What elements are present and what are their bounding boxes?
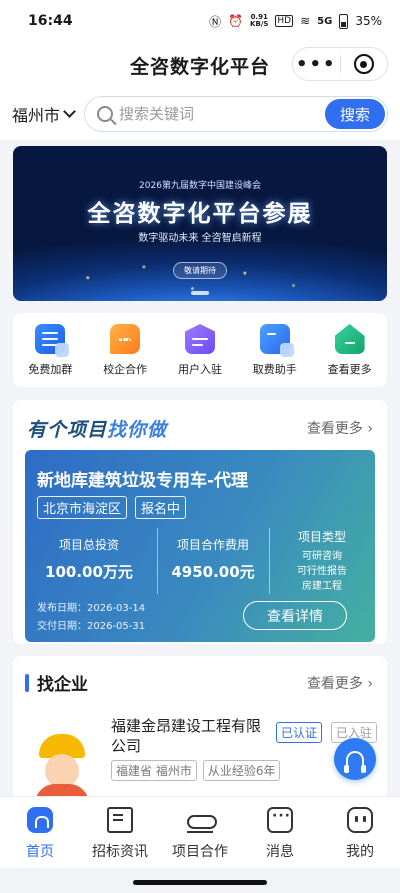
status-icons: Ⓝ ⏰ 0.91 KB/S HD ≋ 5G 35% bbox=[209, 13, 382, 30]
message-icon bbox=[267, 807, 293, 833]
bid-news-icon bbox=[107, 807, 133, 833]
status-time: 16:44 bbox=[28, 13, 73, 29]
tab-project-cooperation[interactable]: 项目合作 bbox=[160, 797, 240, 868]
tab-bid-news[interactable]: 招标资讯 bbox=[80, 797, 160, 868]
page-title: 全咨数字化平台 bbox=[129, 55, 270, 78]
banner-subtitle: 2026第九届数字中国建设峰会 bbox=[139, 181, 261, 191]
enterprise-section-header: 找企业 查看更多 › bbox=[13, 656, 387, 695]
bottom-tab-bar: 首页 招标资讯 项目合作 消息 我的 bbox=[0, 796, 400, 868]
mini-program-capsule: ••• bbox=[292, 47, 388, 81]
net-speed: 0.91 KB/S bbox=[250, 13, 269, 28]
search-row: 福州市 搜索 bbox=[0, 88, 400, 140]
enterprise-name: 福建金昂建设工程有限公司 bbox=[111, 717, 262, 755]
quick-actions: 免费加群 校企合作 用户入驻 取费助手 查看更多 bbox=[13, 313, 387, 387]
project-region-tag: 北京市海淀区 bbox=[37, 496, 128, 519]
delivery-date: 交付日期：2026-05-31 bbox=[37, 621, 146, 632]
worker-avatar bbox=[29, 734, 93, 796]
quick-item-fee-helper[interactable]: 取费助手 bbox=[237, 313, 312, 387]
battery-level: 35% bbox=[355, 14, 382, 28]
project-section-header: 有个项目找你做 查看更多 › bbox=[13, 400, 387, 444]
project-name: 新地库建筑垃圾专用车-代理 bbox=[37, 471, 249, 491]
project-section: 有个项目找你做 查看更多 › 新地库建筑垃圾专用车-代理 北京市海淀区 报名中 … bbox=[13, 400, 387, 644]
status-bar: 16:44 Ⓝ ⏰ 0.91 KB/S HD ≋ 5G 35% bbox=[0, 0, 400, 42]
city-selector[interactable]: 福州市 bbox=[12, 102, 76, 126]
user-entry-icon bbox=[184, 324, 215, 354]
project-investment: 项目总投资 100.00万元 bbox=[45, 538, 133, 581]
group-list-icon bbox=[35, 324, 70, 357]
quick-item-view-more[interactable]: 查看更多 bbox=[312, 313, 387, 387]
customer-service-button[interactable] bbox=[334, 738, 376, 780]
carousel-indicator bbox=[191, 291, 209, 295]
project-card[interactable]: 新地库建筑垃圾专用车-代理 北京市海淀区 报名中 项目总投资 100.00万元 … bbox=[25, 450, 375, 642]
tab-messages[interactable]: 消息 bbox=[240, 797, 320, 868]
project-tags: 北京市海淀区 报名中 bbox=[37, 496, 187, 519]
view-detail-button[interactable]: 查看详情 bbox=[243, 601, 347, 630]
promo-banner[interactable]: 2026第九届数字中国建设峰会 全咨数字化平台参展 数字驱动未来 全咨智启新程 … bbox=[13, 146, 387, 301]
verified-badge: 已认证 bbox=[276, 722, 323, 743]
quick-item-join-group[interactable]: 免费加群 bbox=[13, 313, 88, 387]
quick-item-school-enterprise[interactable]: 校企合作 bbox=[88, 313, 163, 387]
headset-icon bbox=[344, 751, 366, 773]
more-house-icon bbox=[334, 324, 365, 354]
tab-home[interactable]: 首页 bbox=[0, 797, 80, 868]
hd-badge: HD bbox=[275, 15, 294, 27]
banner-cta: 敬请期待 bbox=[173, 262, 227, 279]
nfc-icon: Ⓝ bbox=[209, 14, 222, 29]
city-label: 福州市 bbox=[12, 106, 61, 125]
quick-item-label: 校企合作 bbox=[103, 363, 148, 376]
project-view-more-link[interactable]: 查看更多 › bbox=[307, 418, 373, 438]
search-button[interactable]: 搜索 bbox=[325, 99, 385, 129]
experience-tag: 从业经验6年 bbox=[202, 760, 281, 781]
home-icon bbox=[27, 807, 53, 833]
project-status-badge: 报名中 bbox=[135, 496, 187, 519]
target-close-icon[interactable] bbox=[341, 54, 388, 74]
battery-icon bbox=[339, 13, 349, 29]
banner-title: 全咨数字化平台参展 bbox=[87, 201, 313, 227]
alarm-icon: ⏰ bbox=[228, 14, 244, 28]
title-bar: 全咨数字化平台 ••• bbox=[0, 42, 400, 88]
enterprise-section-title: 找企业 bbox=[25, 670, 88, 695]
quick-item-label: 免费加群 bbox=[28, 363, 73, 376]
chat-bubble-icon bbox=[110, 324, 141, 354]
search-icon bbox=[97, 106, 114, 122]
project-fee: 项目合作费用 4950.00元 bbox=[171, 538, 255, 581]
publish-date: 发布日期：2026-03-14 bbox=[37, 603, 146, 614]
quick-item-label: 取费助手 bbox=[252, 363, 297, 376]
quick-item-label: 查看更多 bbox=[327, 363, 372, 376]
tab-profile[interactable]: 我的 bbox=[320, 797, 400, 868]
enterprise-view-more-link[interactable]: 查看更多 › bbox=[307, 673, 373, 693]
signal-label: 5G bbox=[317, 15, 333, 27]
quick-item-label: 用户入驻 bbox=[177, 363, 222, 376]
fee-helper-icon bbox=[259, 324, 294, 357]
location-tag: 福建省 福州市 bbox=[111, 760, 197, 781]
project-type: 项目类型 可研咨询 可行性报告 房建工程 bbox=[297, 530, 347, 592]
home-indicator bbox=[133, 880, 267, 885]
enterprise-tags: 福建省 福州市 从业经验6年 bbox=[111, 760, 281, 781]
handshake-icon bbox=[187, 807, 217, 833]
enterprise-list-item[interactable]: 福建金昂建设工程有限公司 已认证 已入驻 福建省 福州市 从业经验6年 bbox=[13, 714, 387, 796]
wifi-icon: ≋ bbox=[300, 14, 311, 28]
banner-slogan: 数字驱动未来 全咨智启新程 bbox=[138, 233, 262, 244]
chevron-down-icon bbox=[63, 105, 76, 118]
profile-icon bbox=[347, 807, 373, 833]
quick-item-user-entry[interactable]: 用户入驻 bbox=[163, 313, 238, 387]
more-dots-icon[interactable]: ••• bbox=[293, 54, 340, 75]
enterprise-section: 找企业 查看更多 › 福建金昂建设工程有限公司 已认证 已入驻 福建省 福州市 … bbox=[13, 656, 387, 796]
project-section-logo: 有个项目找你做 bbox=[27, 418, 168, 441]
project-dates: 发布日期：2026-03-14 交付日期：2026-05-31 bbox=[37, 600, 145, 636]
search-box: 搜索 bbox=[84, 96, 388, 132]
